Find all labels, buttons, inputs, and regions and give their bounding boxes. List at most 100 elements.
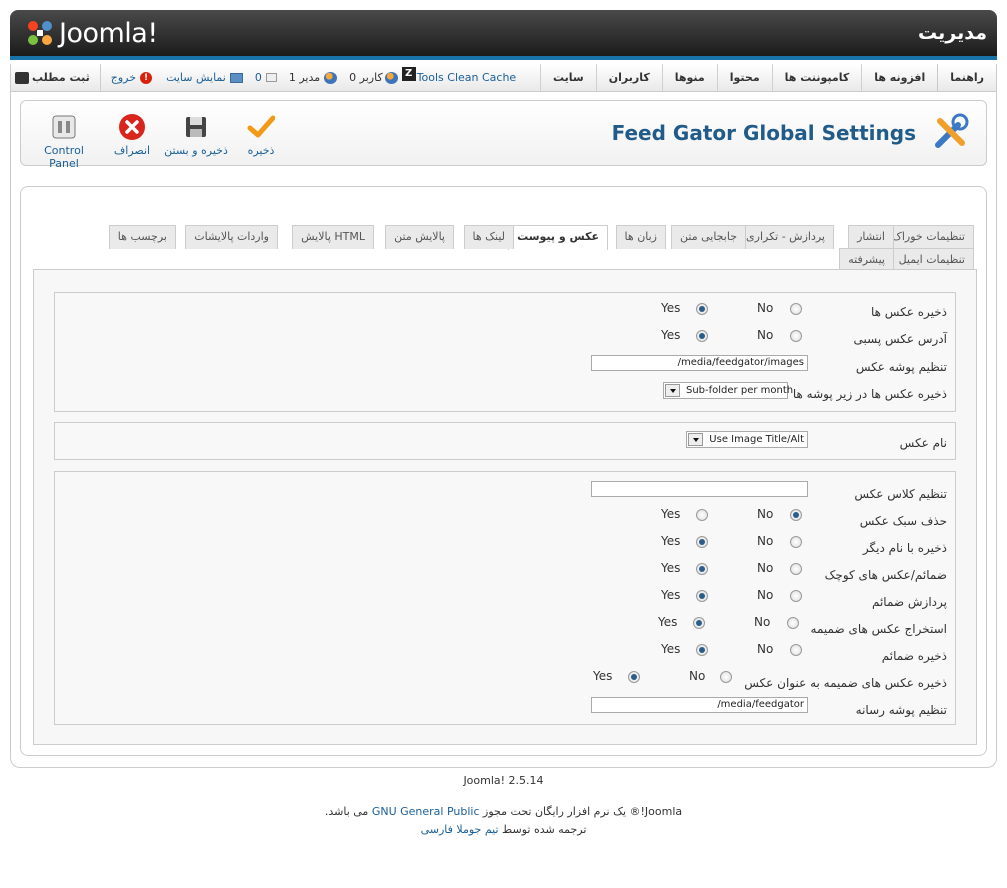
logout-link[interactable]: خروج ! (107, 64, 156, 91)
view-site-link[interactable]: نمایش سایت (162, 64, 247, 91)
footer: Joomla! 2.5.14 (0, 774, 1007, 787)
remove-style-label: حذف سبک عکس (859, 514, 947, 528)
tab-languages[interactable]: زبان ها (615, 225, 666, 249)
joomla-logo: Joomla! (24, 16, 158, 50)
process-attachments-no-radio[interactable] (790, 590, 802, 602)
tab-feed-settings[interactable]: تنظیمات خوراک (883, 225, 974, 249)
messages-count[interactable]: 0 (251, 64, 281, 91)
extract-attached-yes-radio[interactable] (693, 617, 705, 629)
menu-item-menus[interactable]: منوها (661, 64, 717, 91)
media-folder-input[interactable]: /media/feedgator (591, 697, 808, 713)
tab-import-filters[interactable]: واردات پالایشات (185, 225, 278, 249)
new-article-label: ثبت مطلب (32, 71, 90, 84)
version-text: Joomla! 2.5.14 (463, 774, 544, 787)
license-post: می باشد. (324, 805, 369, 818)
clean-cache-label: Tools Clean Cache (416, 71, 517, 84)
process-attachments-yes-radio[interactable] (696, 590, 708, 602)
menu-item-components[interactable]: کامپوننت ها (771, 64, 862, 91)
remove-style-yes-radio[interactable] (696, 509, 708, 521)
menu-bar: سایت کاربران منوها محتوا کامپوننت ها افز… (10, 64, 997, 92)
tab-html-filter[interactable]: پالایش HTML (292, 225, 374, 249)
admin-users-icon (324, 71, 338, 84)
save-attached-as-image-label: ذخیره عکس های ضمیمه به عنوان عکس (744, 676, 947, 690)
menu-item-help[interactable]: راهنما (937, 64, 996, 91)
mail-icon (265, 73, 277, 82)
menu-item-users[interactable]: کاربران (595, 64, 662, 91)
save-images-no-radio[interactable] (790, 303, 802, 315)
tab-panel: ذخیره عکس ها No Yes آدرس عکس پسبی No Yes… (33, 269, 977, 745)
gnu-license-link[interactable]: GNU General Public (372, 805, 480, 818)
image-name-select-value: Use Image Title/Alt (709, 434, 804, 445)
tab-processing-duplicates[interactable]: پردازش - تکراری (737, 225, 834, 249)
tab-links[interactable]: لینک ها (463, 225, 514, 249)
content-area: تنظیمات خوراک انتشار پردازش - تکراری جاب… (20, 186, 987, 756)
subfolder-select[interactable]: Sub-folder per month (663, 382, 793, 399)
toolbar-box: Control Panel انصراف ذخیره و بستن ذخیره … (20, 100, 987, 170)
save-other-name-yes-radio[interactable] (696, 536, 708, 548)
main-menu: سایت کاربران منوها محتوا کامپوننت ها افز… (540, 64, 996, 91)
save-other-name-label: ذخیره با نام دیگر (862, 541, 947, 555)
header-bar: Joomla! مدیریت (10, 10, 997, 60)
extract-attached-no-radio[interactable] (787, 617, 799, 629)
cancel-icon (119, 114, 145, 140)
yes-text: Yes (661, 588, 681, 602)
no-text: No (757, 328, 774, 342)
admins-count: 1 مدیر (285, 64, 341, 91)
image-folder-input[interactable]: /media/feedgator/images (591, 355, 808, 371)
image-class-input[interactable] (591, 481, 808, 497)
save-other-name-no-radio[interactable] (790, 536, 802, 548)
view-site-label: نمایش سایت (166, 71, 226, 84)
tab-publishing[interactable]: انتشار (848, 225, 894, 249)
tab-images-attachments[interactable]: عکس و پیوست (508, 225, 608, 250)
no-text: No (754, 615, 771, 629)
logout-label: خروج (110, 71, 137, 84)
save-attachments-yes-radio[interactable] (696, 644, 708, 656)
menu-item-site[interactable]: سایت (540, 64, 596, 91)
monitor-icon (229, 72, 243, 83)
save-attached-as-image-yes-radio[interactable] (628, 671, 640, 683)
thumbs-yes-radio[interactable] (696, 563, 708, 575)
new-article-link[interactable]: ثبت مطلب (11, 64, 94, 91)
tab-text-replace[interactable]: جابجایی متن (671, 225, 746, 249)
control-panel-button[interactable]: Control Panel (31, 113, 97, 170)
yes-text: Yes (593, 669, 613, 683)
translation-team-link[interactable]: تیم جوملا فارسی (421, 823, 499, 836)
logout-icon: ! (140, 71, 153, 84)
page-title: Feed Gator Global Settings (611, 121, 916, 145)
tab-text-filter[interactable]: پالایش متن (385, 225, 454, 249)
image-suffix-no-radio[interactable] (790, 330, 802, 342)
clean-cache-link[interactable]: Z Tools Clean Cache (401, 64, 521, 91)
control-panel-label: Control Panel (44, 144, 84, 170)
cancel-label: انصراف (113, 144, 151, 157)
save-close-button[interactable]: ذخیره و بستن (161, 113, 231, 157)
no-text: No (757, 301, 774, 315)
yes-text: Yes (661, 534, 681, 548)
no-text: No (757, 642, 774, 656)
menu-item-content[interactable]: محتوا (716, 64, 772, 91)
process-attachments-label: پردازش ضمائم (871, 595, 947, 609)
yes-text: Yes (661, 301, 681, 315)
save-images-yes-radio[interactable] (696, 303, 708, 315)
fieldset-image-name: نام عکس Use Image Title/Alt (54, 422, 956, 460)
yes-text: Yes (658, 615, 678, 629)
logo-text: Joomla! (59, 17, 158, 49)
footer-translation: ترجمه شده توسط تیم جوملا فارسی (0, 823, 1007, 836)
save-label: ذخیره (247, 144, 275, 157)
save-close-icon (186, 117, 206, 137)
messages-count-value: 0 (254, 71, 262, 84)
image-suffix-yes-radio[interactable] (696, 330, 708, 342)
yes-text: Yes (661, 328, 681, 342)
save-attachments-no-radio[interactable] (790, 644, 802, 656)
cache-icon: Z (401, 66, 416, 81)
save-attached-as-image-no-radio[interactable] (720, 671, 732, 683)
users-icon (384, 71, 398, 84)
image-name-select[interactable]: Use Image Title/Alt (686, 431, 808, 448)
translated-pre: ترجمه شده توسط (502, 823, 587, 836)
thumbs-no-radio[interactable] (790, 563, 802, 575)
tab-tags[interactable]: برچسب ها (108, 225, 176, 249)
cancel-button[interactable]: انصراف (109, 113, 155, 157)
save-attachments-label: ذخیره ضمائم (881, 649, 947, 663)
remove-style-no-radio[interactable] (790, 509, 802, 521)
save-button[interactable]: ذخیره (241, 113, 281, 157)
menu-item-extensions[interactable]: افزونه ها (861, 64, 937, 91)
